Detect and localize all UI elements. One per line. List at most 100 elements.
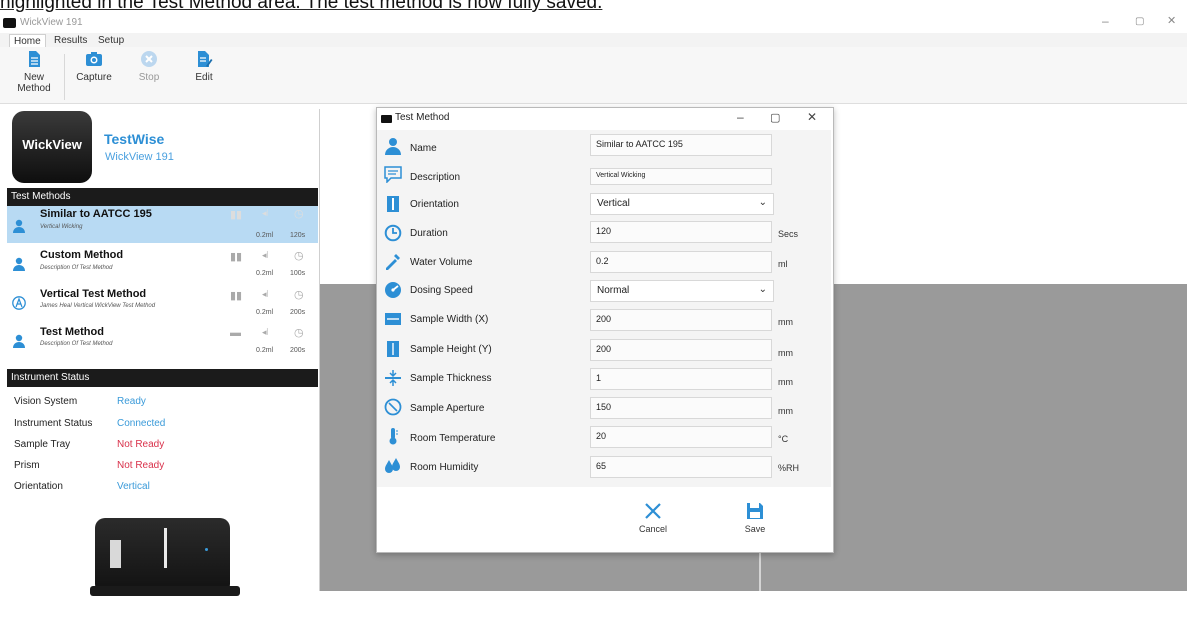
test-method-duration: 200s	[290, 309, 306, 316]
water-volume-field[interactable]: 0.2	[590, 251, 772, 273]
orientation-select-value: Vertical	[597, 198, 630, 209]
volume-icon: ◂⦚	[262, 250, 269, 260]
test-method-name: Test Method	[40, 326, 104, 338]
timer-icon	[384, 224, 402, 242]
test-method-duration: 120s	[290, 232, 306, 239]
orientation-icon: ▮▮	[230, 209, 243, 221]
close-icon	[645, 503, 661, 519]
device-window	[110, 540, 121, 568]
test-method-desc: Description Of Test Method	[40, 265, 113, 271]
volume-icon: ◂⦚	[262, 327, 269, 337]
ribbon-separator	[64, 54, 65, 100]
device-led	[205, 548, 208, 551]
test-method-volume: 0.2ml	[256, 309, 274, 316]
dialog-close-button[interactable]: ✕	[807, 110, 817, 124]
thickness-icon	[385, 370, 401, 386]
maximize-button[interactable]: ▢	[1135, 16, 1144, 27]
new-method-label: New Method	[17, 72, 51, 94]
edit-button[interactable]: Edit	[182, 50, 226, 83]
name-field[interactable]: Similar to AATCC 195	[590, 134, 772, 156]
logo-text: WickView	[22, 137, 82, 152]
field-label-sample-thickness: Sample Thickness	[410, 373, 492, 384]
description-field[interactable]: Vertical Wicking	[590, 168, 772, 185]
width-icon	[385, 313, 401, 325]
sample-thickness-field[interactable]: 1	[590, 368, 772, 390]
volume-icon: ◂⦚	[262, 289, 269, 299]
sample-width-unit: mm	[778, 317, 793, 327]
status-value: Ready	[117, 396, 146, 407]
stop-label: Stop	[138, 72, 160, 83]
orientation-icon: ▬	[230, 327, 241, 339]
test-method-volume: 0.2ml	[256, 232, 274, 239]
minimize-button[interactable]: –	[1102, 14, 1109, 28]
test-methods-header: Test Methods	[7, 188, 318, 206]
orientation-select[interactable]: Vertical ⌄	[590, 193, 774, 215]
person-icon	[13, 219, 25, 233]
capture-label: Capture	[76, 72, 112, 83]
stop-icon	[141, 51, 157, 67]
chevron-down-icon: ⌄	[758, 197, 767, 208]
brand-subtitle: WickView 191	[105, 151, 174, 163]
room-humidity-field[interactable]: 65	[590, 456, 772, 478]
sample-thickness-unit: mm	[778, 377, 793, 387]
dialog-minimize-button[interactable]: –	[737, 110, 744, 124]
test-method-name: Similar to AATCC 195	[40, 208, 152, 220]
speed-icon	[385, 282, 401, 298]
sample-aperture-unit: mm	[778, 406, 793, 416]
camera-icon	[86, 52, 102, 66]
test-method-volume: 0.2ml	[256, 270, 274, 277]
sample-height-field[interactable]: 200	[590, 339, 772, 361]
tab-home[interactable]: Home	[9, 34, 46, 48]
capture-button[interactable]: Capture	[72, 50, 116, 83]
test-method-name: Custom Method	[40, 249, 124, 261]
close-button[interactable]: ✕	[1167, 14, 1176, 27]
field-label-sample-height: Sample Height (Y)	[410, 344, 492, 355]
status-label: Instrument Status	[14, 418, 93, 429]
volume-icon: ◂⦚	[262, 208, 269, 218]
person-icon	[13, 334, 25, 348]
field-label-room-temperature: Room Temperature	[410, 433, 496, 444]
field-label-room-humidity: Room Humidity	[410, 462, 479, 473]
aperture-icon	[384, 398, 402, 416]
timer-icon: ◷	[294, 327, 304, 339]
dialog-app-icon	[381, 115, 392, 123]
caption-text: highlighted in the Test Method area. The…	[0, 0, 603, 13]
field-label-duration: Duration	[410, 228, 448, 239]
status-label: Vision System	[14, 396, 78, 407]
droplets-icon	[385, 458, 400, 473]
test-method-desc: James Heal Vertical WickView Test Method	[40, 303, 156, 309]
new-method-button[interactable]: New Method	[12, 50, 56, 94]
dosing-speed-select[interactable]: Normal ⌄	[590, 280, 774, 302]
device-light-strip	[164, 528, 167, 568]
dialog-maximize-button[interactable]: ▢	[770, 111, 780, 124]
tab-results[interactable]: Results	[50, 34, 91, 47]
person-icon	[13, 257, 25, 271]
tab-setup[interactable]: Setup	[94, 34, 128, 47]
duration-field[interactable]: 120	[590, 221, 772, 243]
field-label-description: Description	[410, 172, 461, 183]
status-label: Sample Tray	[14, 439, 71, 450]
status-value: Not Ready	[117, 439, 165, 450]
field-label-name: Name	[410, 143, 437, 154]
test-method-desc: Vertical Wicking	[40, 224, 83, 230]
timer-icon: ◷	[294, 289, 304, 301]
save-label: Save	[744, 524, 766, 534]
sample-width-field[interactable]: 200	[590, 309, 772, 331]
workspace-divider	[759, 548, 761, 591]
room-temperature-field[interactable]: 20	[590, 426, 772, 448]
water-volume-unit: ml	[778, 259, 788, 269]
cancel-button[interactable]: Cancel	[631, 502, 675, 534]
status-value: Vertical	[117, 481, 150, 492]
james-heal-logo-icon	[12, 296, 26, 310]
stop-button[interactable]: Stop	[127, 50, 171, 83]
sample-aperture-field[interactable]: 150	[590, 397, 772, 419]
timer-icon: ◷	[294, 250, 304, 262]
test-method-desc: Description Of Test Method	[40, 341, 113, 347]
status-label: Orientation	[14, 481, 63, 492]
save-button[interactable]: Save	[733, 502, 777, 534]
status-label: Prism	[14, 460, 40, 471]
cancel-label: Cancel	[638, 524, 667, 534]
chevron-down-icon: ⌄	[758, 284, 767, 295]
field-label-sample-width: Sample Width (X)	[410, 314, 489, 325]
dosing-speed-select-value: Normal	[597, 285, 630, 296]
